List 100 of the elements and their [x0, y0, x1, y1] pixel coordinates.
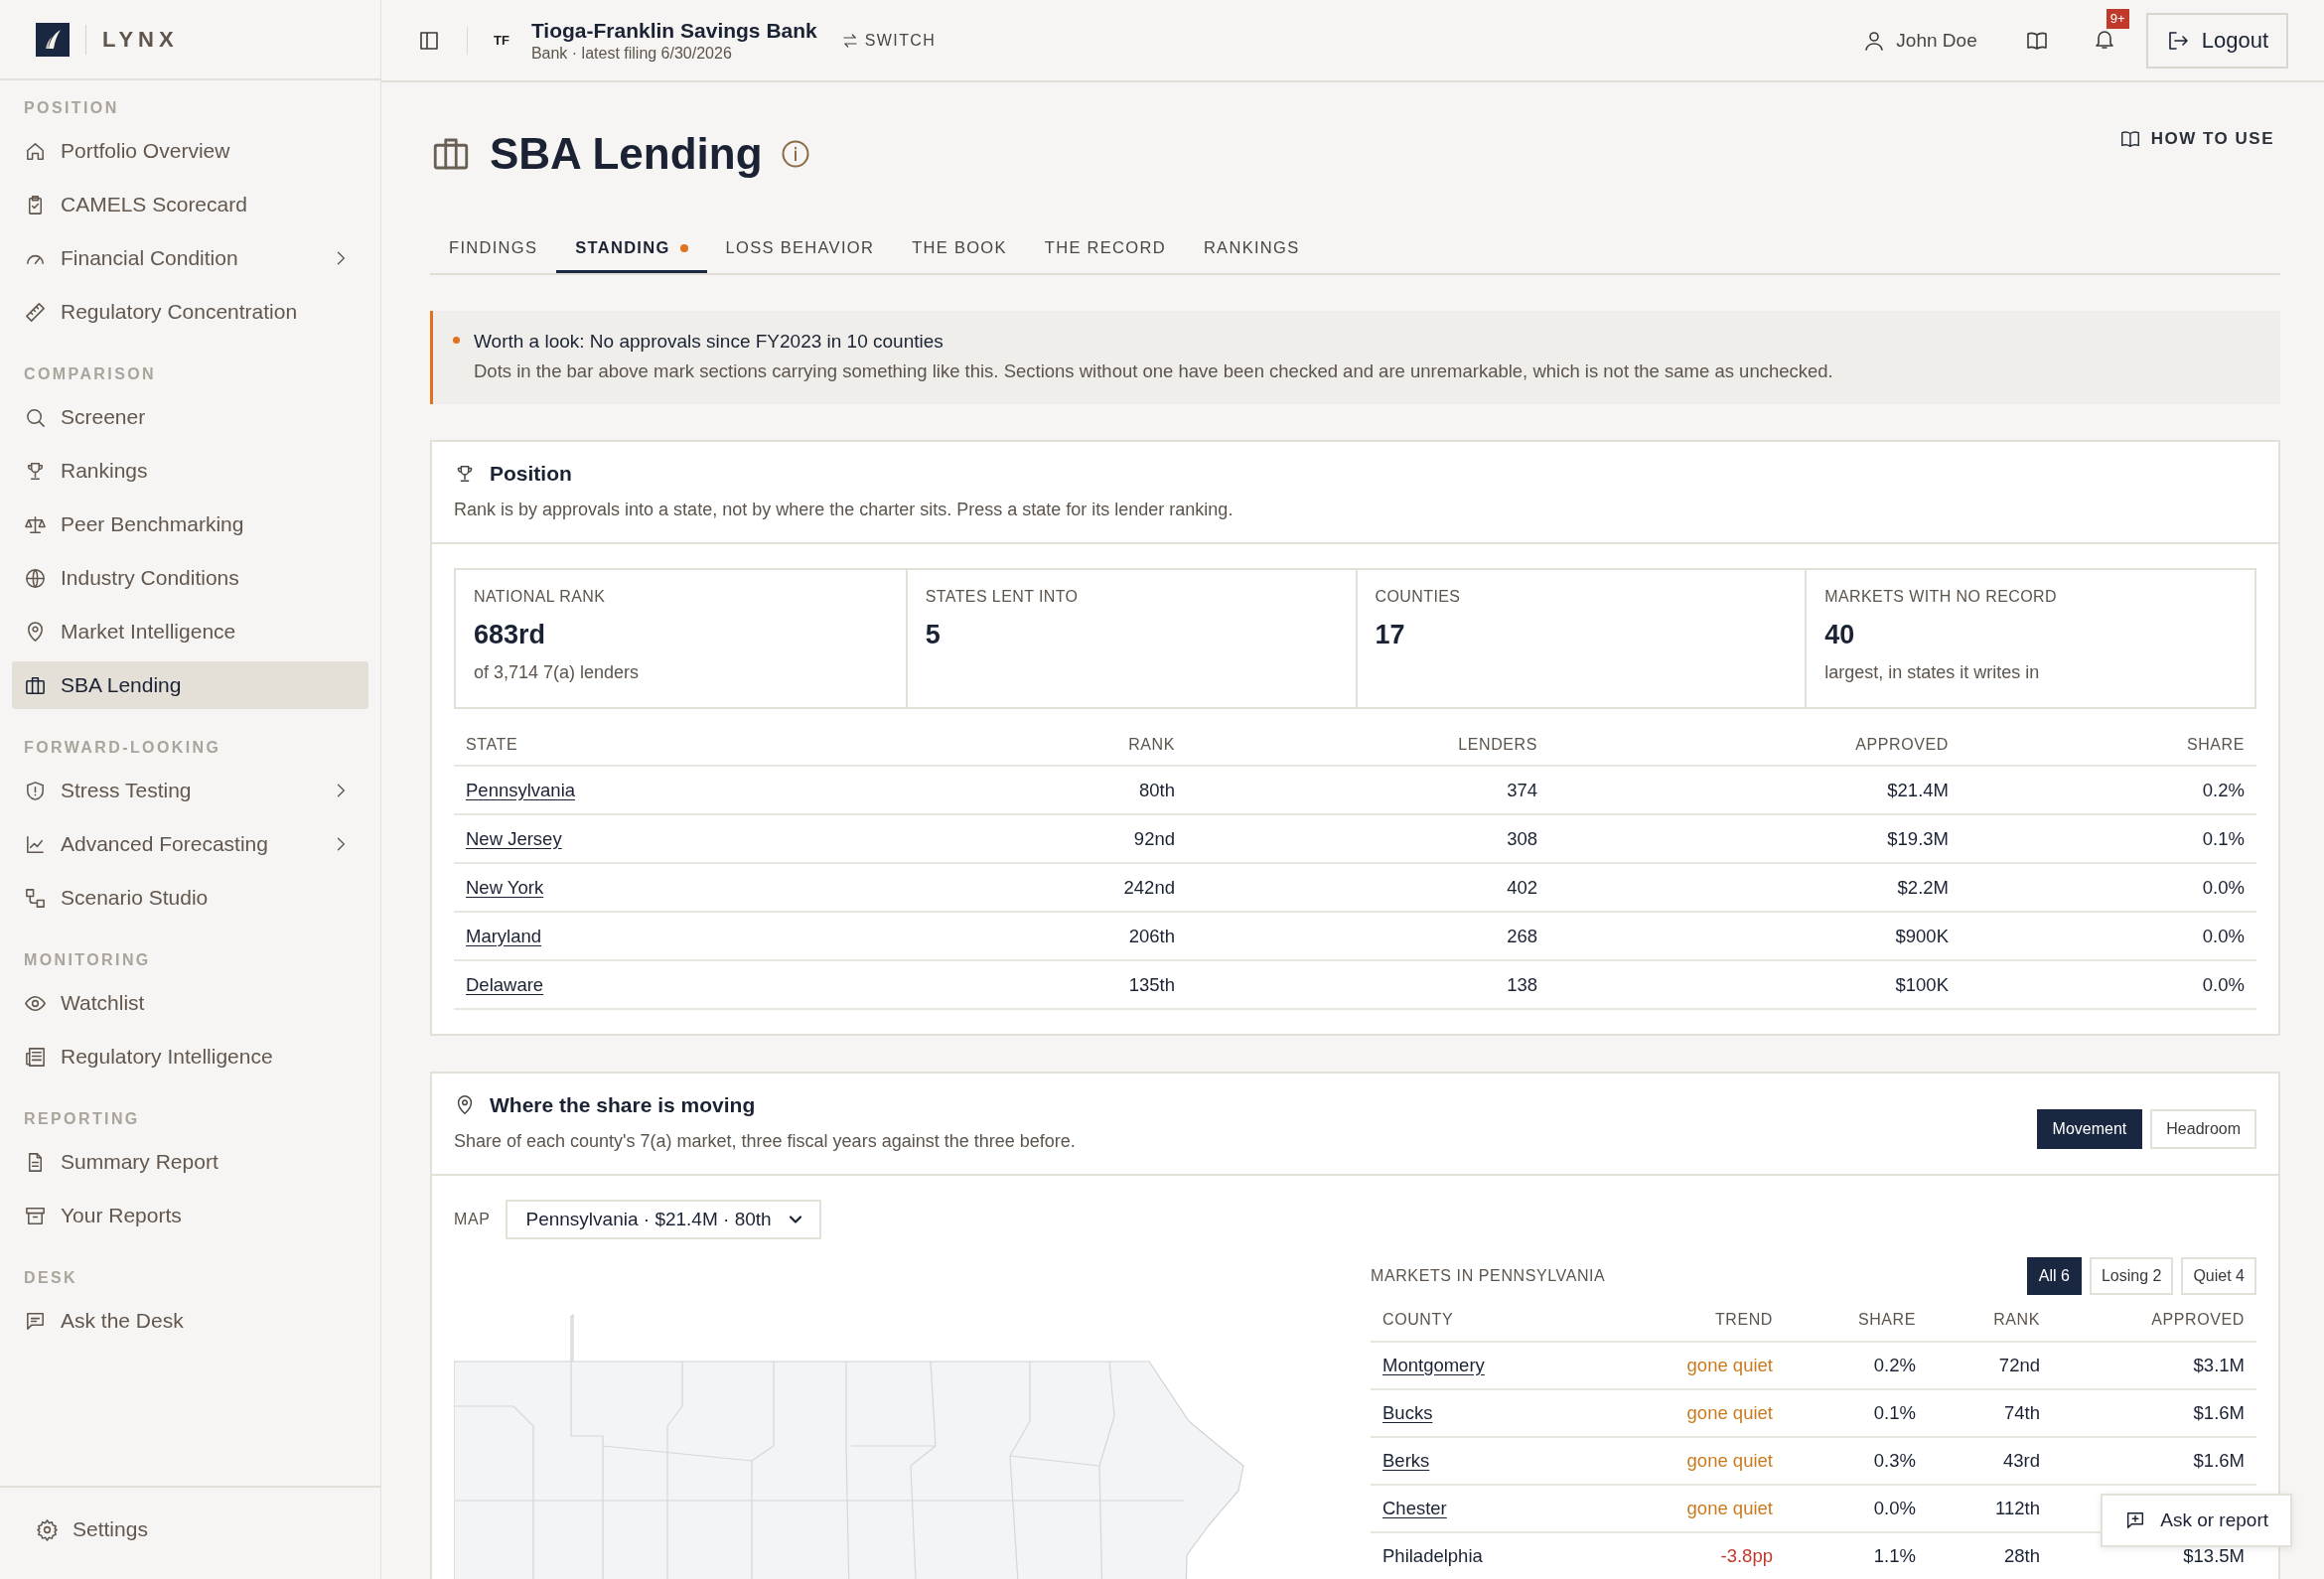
column-header: APPROVED	[2150, 1311, 2245, 1329]
nav-item[interactable]: Stress Testing	[12, 767, 368, 814]
state-link[interactable]: Delaware	[466, 973, 544, 995]
table-cell-text: 72nd	[1997, 1355, 2040, 1376]
table-cell-text: 138	[1506, 973, 1537, 996]
tab[interactable]: STANDING	[556, 225, 707, 273]
stat-value: 40	[1824, 620, 1856, 650]
mode-toggle[interactable]: Headroom	[2150, 1109, 2256, 1149]
table-cell-text: 0.0%	[2201, 925, 2245, 947]
alert-dot	[453, 337, 460, 344]
county-link[interactable]: Chester	[1382, 1498, 1447, 1518]
table-cell-text: 0.0%	[1872, 1498, 1916, 1519]
column-header: TREND	[1713, 1311, 1773, 1329]
nav-item[interactable]: Market Intelligence	[12, 608, 368, 655]
map-label: MAP	[454, 1211, 491, 1228]
table-cell-text: $900K	[1894, 925, 1949, 947]
stat-value: 17	[1375, 620, 1406, 650]
how-to-use-link[interactable]: HOW TO USE	[2112, 127, 2280, 151]
book-icon	[2118, 128, 2141, 150]
column-header: SHARE	[1856, 1311, 1916, 1329]
nav-item[interactable]: Peer Benchmarking	[12, 501, 368, 548]
column-header: COUNTY	[1382, 1311, 1455, 1329]
nav-item[interactable]: Screener	[12, 393, 368, 441]
nav-item[interactable]: Ask the Desk	[12, 1297, 368, 1345]
nav-item[interactable]: Industry Conditions	[12, 554, 368, 602]
filter-chip[interactable]: All 6	[2026, 1257, 2082, 1295]
stat-note: largest, in states it writes in	[1824, 662, 2041, 683]
county-link[interactable]: Bucks	[1382, 1402, 1433, 1423]
stat-value: 683rd	[474, 620, 547, 650]
tab[interactable]: RANKINGS	[1184, 225, 1319, 273]
user-name[interactable]: John Doe	[1896, 29, 1977, 52]
table-cell-text: $1.6M	[2192, 1402, 2245, 1424]
table-cell-text: 0.1%	[1872, 1402, 1916, 1424]
logout-button[interactable]: Logout	[2145, 12, 2288, 69]
table-cell-text: 0.0%	[2201, 973, 2245, 996]
county-link[interactable]: Montgomery	[1382, 1355, 1485, 1375]
ask-or-report-button[interactable]: Ask or report	[2101, 1494, 2292, 1547]
table-cell-text: 80th	[1138, 779, 1175, 801]
table-cell-text: $21.4M	[1886, 779, 1949, 801]
table-cell-text: 28th	[2003, 1545, 2040, 1567]
globe-icon	[24, 566, 47, 590]
table-cell-text: 0.1%	[2201, 827, 2245, 850]
trend-value: gone quiet	[1686, 1355, 1773, 1375]
state-link[interactable]: New York	[466, 876, 544, 898]
column-header: RANK	[1992, 1311, 2040, 1329]
nav-item[interactable]: Financial Condition	[12, 234, 368, 282]
nav-section-label: DESK	[23, 1268, 79, 1288]
trend-value: gone quiet	[1686, 1402, 1773, 1423]
stat-note: of 3,714 7(a) lenders	[474, 662, 641, 683]
nav-item[interactable]: Regulatory Intelligence	[12, 1033, 368, 1080]
nav-item[interactable]: Watchlist	[12, 979, 368, 1027]
table-cell-text: 112th	[1994, 1498, 2040, 1519]
bank-initials: TF	[494, 33, 509, 48]
nav-item[interactable]: Advanced Forecasting	[12, 820, 368, 868]
column-header: RANK	[1127, 736, 1175, 754]
nav-item[interactable]: Portfolio Overview	[12, 127, 368, 175]
tab[interactable]: THE BOOK	[893, 225, 1026, 273]
switch-button[interactable]: SWITCH	[836, 27, 941, 54]
mode-toggle[interactable]: Movement	[2036, 1109, 2143, 1149]
state-select[interactable]: Pennsylvania · $21.4M · 80th	[506, 1200, 821, 1239]
nav-item[interactable]: SBA Lending	[12, 661, 368, 709]
table-cell-text: $3.1M	[2192, 1355, 2245, 1376]
nav-item[interactable]: Summary Report	[12, 1138, 368, 1186]
settings-icon	[36, 1517, 59, 1541]
nav-section-label: POSITION	[23, 98, 120, 118]
nav-item[interactable]: CAMELS Scorecard	[12, 181, 368, 228]
nav-item[interactable]: Your Reports	[12, 1192, 368, 1239]
state-link[interactable]: Pennsylvania	[466, 779, 576, 800]
tab[interactable]: THE RECORD	[1025, 225, 1185, 273]
brand-name: LYNX	[102, 26, 179, 53]
filter-chip[interactable]: Quiet 4	[2181, 1257, 2256, 1295]
state-link[interactable]: Maryland	[466, 925, 542, 946]
county-link[interactable]: Berks	[1382, 1450, 1430, 1471]
nav-item[interactable]: Rankings	[12, 447, 368, 495]
tab[interactable]: LOSS BEHAVIOR	[706, 225, 894, 273]
table-cell-text: 374	[1506, 779, 1537, 801]
card-subtitle: Share of each county's 7(a) market, three fiscal years against the three before.	[454, 1131, 1077, 1152]
nav-item[interactable]: Scenario Studio	[12, 874, 368, 922]
filter-chip[interactable]: Losing 2	[2089, 1257, 2174, 1295]
table-cell-text: 206th	[1127, 925, 1175, 947]
settings-item[interactable]: Settings	[24, 1506, 357, 1553]
table-cell-text: 135th	[1127, 973, 1175, 996]
alert-body: Dots in the bar above mark sections carrying something like this. Sections without one have been checked and are unremarkable, which is not the same as unchecked.	[474, 360, 1833, 382]
table-cell-text: 0.0%	[2201, 876, 2245, 899]
table-cell-text: $100K	[1894, 973, 1949, 996]
bank-name: Tioga-Franklin Savings Bank	[530, 18, 817, 43]
info-icon[interactable]	[780, 139, 810, 169]
column-header: APPROVED	[1854, 736, 1949, 754]
stat-label: COUNTIES	[1375, 588, 1462, 606]
stat-label: NATIONAL RANK	[474, 588, 607, 606]
table-cell-text: 1.1%	[1872, 1545, 1916, 1567]
tab[interactable]: FINDINGS	[430, 225, 557, 273]
state-link[interactable]: New Jersey	[466, 827, 562, 849]
nav-section-label: COMPARISON	[23, 364, 158, 384]
table-cell-text: 92nd	[1132, 827, 1175, 850]
nav-item[interactable]: Regulatory Concentration	[12, 288, 368, 336]
column-header: SHARE	[2185, 736, 2245, 754]
card-title: Where the share is moving	[490, 1093, 756, 1117]
column-header: LENDERS	[1457, 736, 1537, 754]
table-cell-text: 0.3%	[1872, 1450, 1916, 1472]
